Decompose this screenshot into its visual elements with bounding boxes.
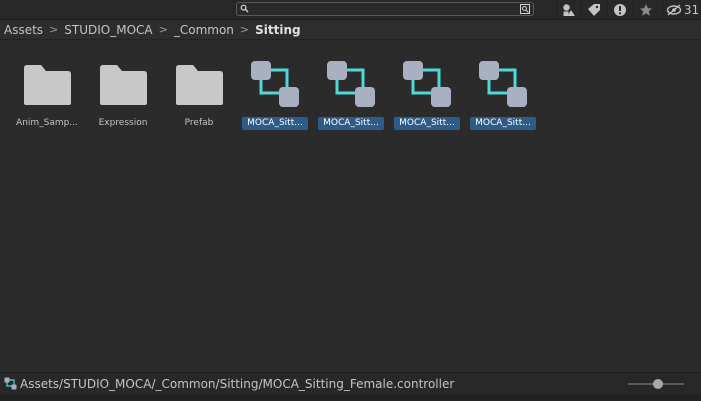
- breadcrumb-common[interactable]: _Common: [174, 23, 234, 37]
- breadcrumb-sitting[interactable]: Sitting: [255, 23, 300, 37]
- search-input[interactable]: [251, 3, 521, 15]
- asset-grid: Anim_Samp... Expression Prefab MOCA_Sitt…: [0, 41, 701, 372]
- asset-label: MOCA_Sitt...: [242, 117, 308, 130]
- asset-label: Anim_Samp...: [16, 118, 78, 128]
- breadcrumb-assets[interactable]: Assets: [4, 23, 43, 37]
- asset-label: MOCA_Sitt...: [318, 117, 384, 130]
- favorites-button[interactable]: [633, 0, 658, 19]
- selected-asset-path: Assets/STUDIO_MOCA/_Common/Sitting/MOCA_…: [20, 376, 455, 391]
- asset-item-animator-controller[interactable]: MOCA_Sitt...: [315, 55, 387, 135]
- asset-label: MOCA_Sitt...: [394, 117, 460, 130]
- warning-filter-icon: [614, 3, 626, 16]
- favorites-star-icon: [640, 3, 652, 16]
- asset-label: Expression: [98, 118, 148, 128]
- asset-item-animator-controller[interactable]: MOCA_Sitt...: [239, 55, 311, 135]
- breadcrumb: Assets > STUDIO_MOCA > _Common > Sitting: [0, 20, 701, 40]
- animator-controller-small-icon: [4, 377, 17, 390]
- eye-slash-icon: [666, 3, 682, 16]
- console-strip: [0, 394, 701, 401]
- asset-item-animator-controller[interactable]: MOCA_Sitt...: [391, 55, 463, 135]
- asset-label: Prefab: [184, 118, 214, 128]
- hidden-packages-toggle[interactable]: 31: [662, 0, 701, 19]
- search-by-type-icon: [563, 3, 575, 16]
- asset-label: MOCA_Sitt...: [470, 117, 536, 130]
- animator-controller-icon: [251, 61, 299, 107]
- asset-item-folder[interactable]: Anim_Samp...: [11, 55, 83, 135]
- search-field[interactable]: [236, 2, 534, 16]
- slider-knob[interactable]: [653, 379, 663, 389]
- asset-item-folder[interactable]: Expression: [87, 55, 159, 135]
- search-options-icon[interactable]: [519, 3, 531, 15]
- animator-controller-icon: [327, 61, 375, 107]
- animator-controller-icon: [403, 61, 451, 107]
- search-by-label-icon: [588, 3, 600, 16]
- warning-filter-button[interactable]: [607, 0, 632, 19]
- animator-controller-icon: [479, 61, 527, 107]
- search-by-label-button[interactable]: [581, 0, 606, 19]
- chevron-right-icon: >: [158, 23, 168, 36]
- folder-icon: [176, 65, 223, 105]
- folder-icon: [100, 65, 147, 105]
- chevron-right-icon: >: [239, 23, 250, 36]
- asset-item-folder[interactable]: Prefab: [163, 55, 235, 135]
- search-by-type-button[interactable]: [556, 0, 581, 19]
- status-bar: Assets/STUDIO_MOCA/_Common/Sitting/MOCA_…: [0, 372, 701, 394]
- project-toolbar: 31: [0, 0, 701, 20]
- breadcrumb-studio-moca[interactable]: STUDIO_MOCA: [64, 23, 152, 37]
- folder-icon: [24, 65, 71, 105]
- search-icon: [240, 4, 249, 13]
- asset-item-animator-controller[interactable]: MOCA_Sitt...: [467, 55, 539, 135]
- icon-size-slider[interactable]: [628, 379, 684, 389]
- chevron-right-icon: >: [49, 23, 59, 36]
- hidden-count: 31: [683, 2, 700, 17]
